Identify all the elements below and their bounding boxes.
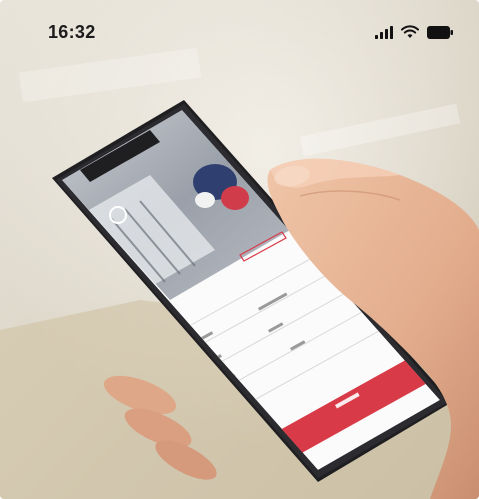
status-bar: 16:32: [0, 0, 479, 64]
battery-icon: [427, 25, 453, 39]
status-icons: [375, 25, 453, 39]
photo-scene: [0, 0, 479, 499]
wifi-icon: [401, 25, 419, 38]
screenshot-frame: 16:32: [0, 0, 479, 499]
signal-bars-icon: [375, 25, 393, 39]
status-time: 16:32: [48, 21, 96, 42]
